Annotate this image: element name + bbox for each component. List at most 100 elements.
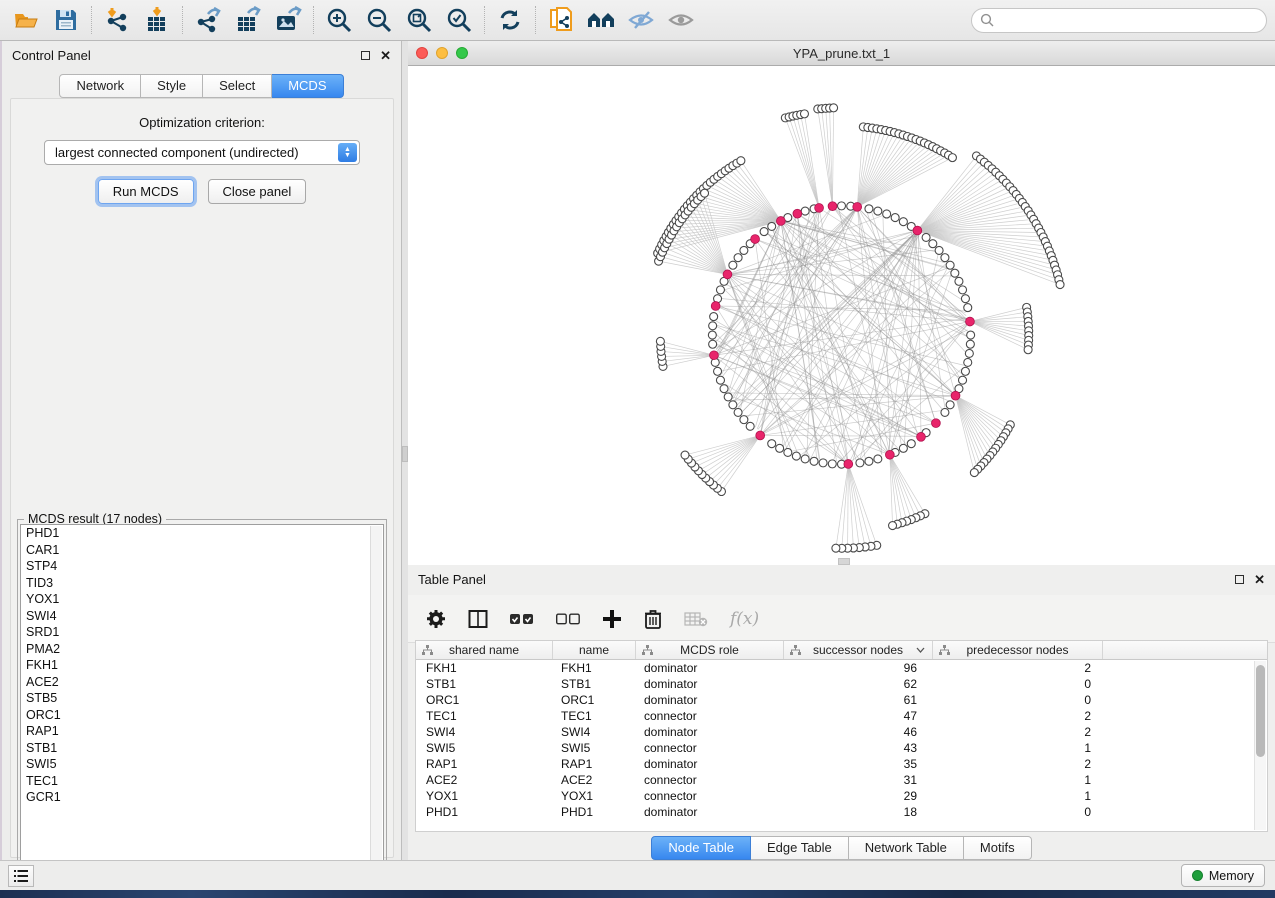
mcds-result-item[interactable]: ACE2 bbox=[21, 674, 383, 691]
table-row[interactable]: RAP1RAP1dominator352 bbox=[416, 756, 1267, 772]
memory-button[interactable]: Memory bbox=[1181, 864, 1265, 887]
horizontal-splitter-handle[interactable] bbox=[838, 558, 850, 565]
gear-icon bbox=[426, 609, 446, 629]
tab-select[interactable]: Select bbox=[203, 74, 272, 98]
mcds-result-item[interactable]: FKH1 bbox=[21, 657, 383, 674]
mcds-result-item[interactable]: PMA2 bbox=[21, 641, 383, 658]
network-canvas[interactable] bbox=[408, 66, 1275, 564]
zoom-in-button[interactable] bbox=[319, 4, 359, 36]
mcds-result-item[interactable]: TEC1 bbox=[21, 773, 383, 790]
mcds-result-item[interactable]: SWI5 bbox=[21, 756, 383, 773]
float-panel-icon[interactable] bbox=[1235, 575, 1244, 584]
export-image-button[interactable] bbox=[268, 4, 308, 36]
mcds-result-item[interactable]: SRD1 bbox=[21, 624, 383, 641]
table-row[interactable]: FKH1FKH1dominator962 bbox=[416, 660, 1267, 676]
close-panel-icon[interactable]: ✕ bbox=[380, 49, 391, 62]
scrollbar-thumb[interactable] bbox=[1256, 665, 1265, 757]
import-table-button[interactable] bbox=[137, 4, 177, 36]
search-input[interactable] bbox=[971, 8, 1267, 33]
mcds-result-item[interactable]: STB1 bbox=[21, 740, 383, 757]
column-header-name[interactable]: name bbox=[553, 641, 636, 659]
tab-mcds[interactable]: MCDS bbox=[272, 74, 343, 98]
export-table-button[interactable] bbox=[228, 4, 268, 36]
status-log-button[interactable] bbox=[8, 865, 34, 887]
mcds-result-item[interactable]: ORC1 bbox=[21, 707, 383, 724]
duplicate-network-button[interactable] bbox=[541, 4, 581, 36]
mcds-list-scrollbar[interactable] bbox=[370, 526, 382, 882]
search-field[interactable] bbox=[971, 8, 1267, 33]
table-scrollbar[interactable] bbox=[1254, 661, 1266, 830]
refresh-icon bbox=[497, 7, 523, 33]
select-all-button[interactable] bbox=[510, 613, 534, 625]
mcds-result-item[interactable]: STB5 bbox=[21, 690, 383, 707]
deselect-all-button[interactable] bbox=[556, 613, 580, 625]
zoom-fit-button[interactable] bbox=[399, 4, 439, 36]
table-row[interactable]: YOX1YOX1connector291 bbox=[416, 788, 1267, 804]
delete-column-button[interactable] bbox=[644, 609, 662, 629]
column-header-predecessor-nodes[interactable]: predecessor nodes bbox=[933, 641, 1103, 659]
mcds-result-item[interactable]: PHD1 bbox=[21, 525, 383, 542]
mcds-result-item[interactable]: CAR1 bbox=[21, 542, 383, 559]
zoom-selected-button[interactable] bbox=[439, 4, 479, 36]
close-panel-button[interactable]: Close panel bbox=[208, 179, 307, 204]
control-panel-title: Control Panel bbox=[12, 48, 91, 63]
tab-style[interactable]: Style bbox=[141, 74, 203, 98]
mcds-result-item[interactable]: RAP1 bbox=[21, 723, 383, 740]
open-session-button[interactable] bbox=[6, 4, 46, 36]
mcds-result-item[interactable]: YOX1 bbox=[21, 591, 383, 608]
column-header-MCDS-role[interactable]: MCDS role bbox=[636, 641, 784, 659]
add-column-button[interactable] bbox=[602, 609, 622, 629]
table-row[interactable]: ACE2ACE2connector311 bbox=[416, 772, 1267, 788]
first-neighbors-button[interactable] bbox=[581, 4, 621, 36]
column-header-shared-name[interactable]: shared name bbox=[416, 641, 553, 659]
mcds-result-item[interactable]: GCR1 bbox=[21, 789, 383, 806]
table-cell: ACE2 bbox=[553, 773, 636, 787]
table-cell: RAP1 bbox=[416, 757, 553, 771]
column-layout-button[interactable] bbox=[468, 609, 488, 629]
table-cell: 96 bbox=[784, 661, 933, 675]
tab-node-table[interactable]: Node Table bbox=[651, 836, 751, 860]
mcds-result-item[interactable]: STP4 bbox=[21, 558, 383, 575]
network-graph[interactable] bbox=[408, 66, 1275, 564]
table-cell: 35 bbox=[784, 757, 933, 771]
table-row[interactable]: SWI4SWI4dominator462 bbox=[416, 724, 1267, 740]
table-row[interactable]: SWI5SWI5connector431 bbox=[416, 740, 1267, 756]
table-cell: SWI5 bbox=[416, 741, 553, 755]
search-icon bbox=[980, 13, 994, 27]
tab-motifs[interactable]: Motifs bbox=[964, 836, 1032, 860]
optimization-criterion-dropdown[interactable]: largest connected component (undirected)… bbox=[44, 140, 360, 165]
table-cell: dominator bbox=[636, 661, 784, 675]
mcds-result-item[interactable]: TID3 bbox=[21, 575, 383, 592]
show-all-button[interactable] bbox=[661, 4, 701, 36]
close-panel-icon[interactable]: ✕ bbox=[1254, 573, 1265, 586]
columns-icon bbox=[468, 609, 488, 629]
save-session-button[interactable] bbox=[46, 4, 86, 36]
mcds-result-list[interactable]: PHD1CAR1STP4TID3YOX1SWI4SRD1PMA2FKH1ACE2… bbox=[20, 524, 384, 884]
network-window-titlebar[interactable]: YPA_prune.txt_1 bbox=[408, 41, 1275, 66]
table-row[interactable]: TEC1TEC1connector472 bbox=[416, 708, 1267, 724]
hide-selected-button[interactable] bbox=[621, 4, 661, 36]
table-row[interactable]: STB1STB1dominator620 bbox=[416, 676, 1267, 692]
table-cell: connector bbox=[636, 741, 784, 755]
tab-edge-table[interactable]: Edge Table bbox=[751, 836, 849, 860]
table-row[interactable]: PHD1PHD1dominator180 bbox=[416, 804, 1267, 820]
refresh-button[interactable] bbox=[490, 4, 530, 36]
column-header-successor-nodes[interactable]: successor nodes bbox=[784, 641, 933, 659]
run-mcds-button[interactable]: Run MCDS bbox=[98, 179, 194, 204]
table-cell: SWI4 bbox=[416, 725, 553, 739]
table-settings-button[interactable] bbox=[426, 609, 446, 629]
zoom-out-button[interactable] bbox=[359, 4, 399, 36]
float-panel-icon[interactable] bbox=[361, 51, 370, 60]
column-label: predecessor nodes bbox=[966, 643, 1068, 657]
toolbar-separator bbox=[182, 6, 183, 34]
tab-network-table[interactable]: Network Table bbox=[849, 836, 964, 860]
table-header-row: shared namenameMCDS rolesuccessor nodes p… bbox=[416, 641, 1267, 660]
mcds-result-item[interactable]: SWI4 bbox=[21, 608, 383, 625]
import-network-button[interactable] bbox=[97, 4, 137, 36]
node-table: shared namenameMCDS rolesuccessor nodes p… bbox=[415, 640, 1268, 832]
tab-network[interactable]: Network bbox=[59, 74, 141, 98]
table-row[interactable]: ORC1ORC1dominator610 bbox=[416, 692, 1267, 708]
export-network-button[interactable] bbox=[188, 4, 228, 36]
table-cell: 62 bbox=[784, 677, 933, 691]
zoom-in-icon bbox=[326, 7, 352, 33]
